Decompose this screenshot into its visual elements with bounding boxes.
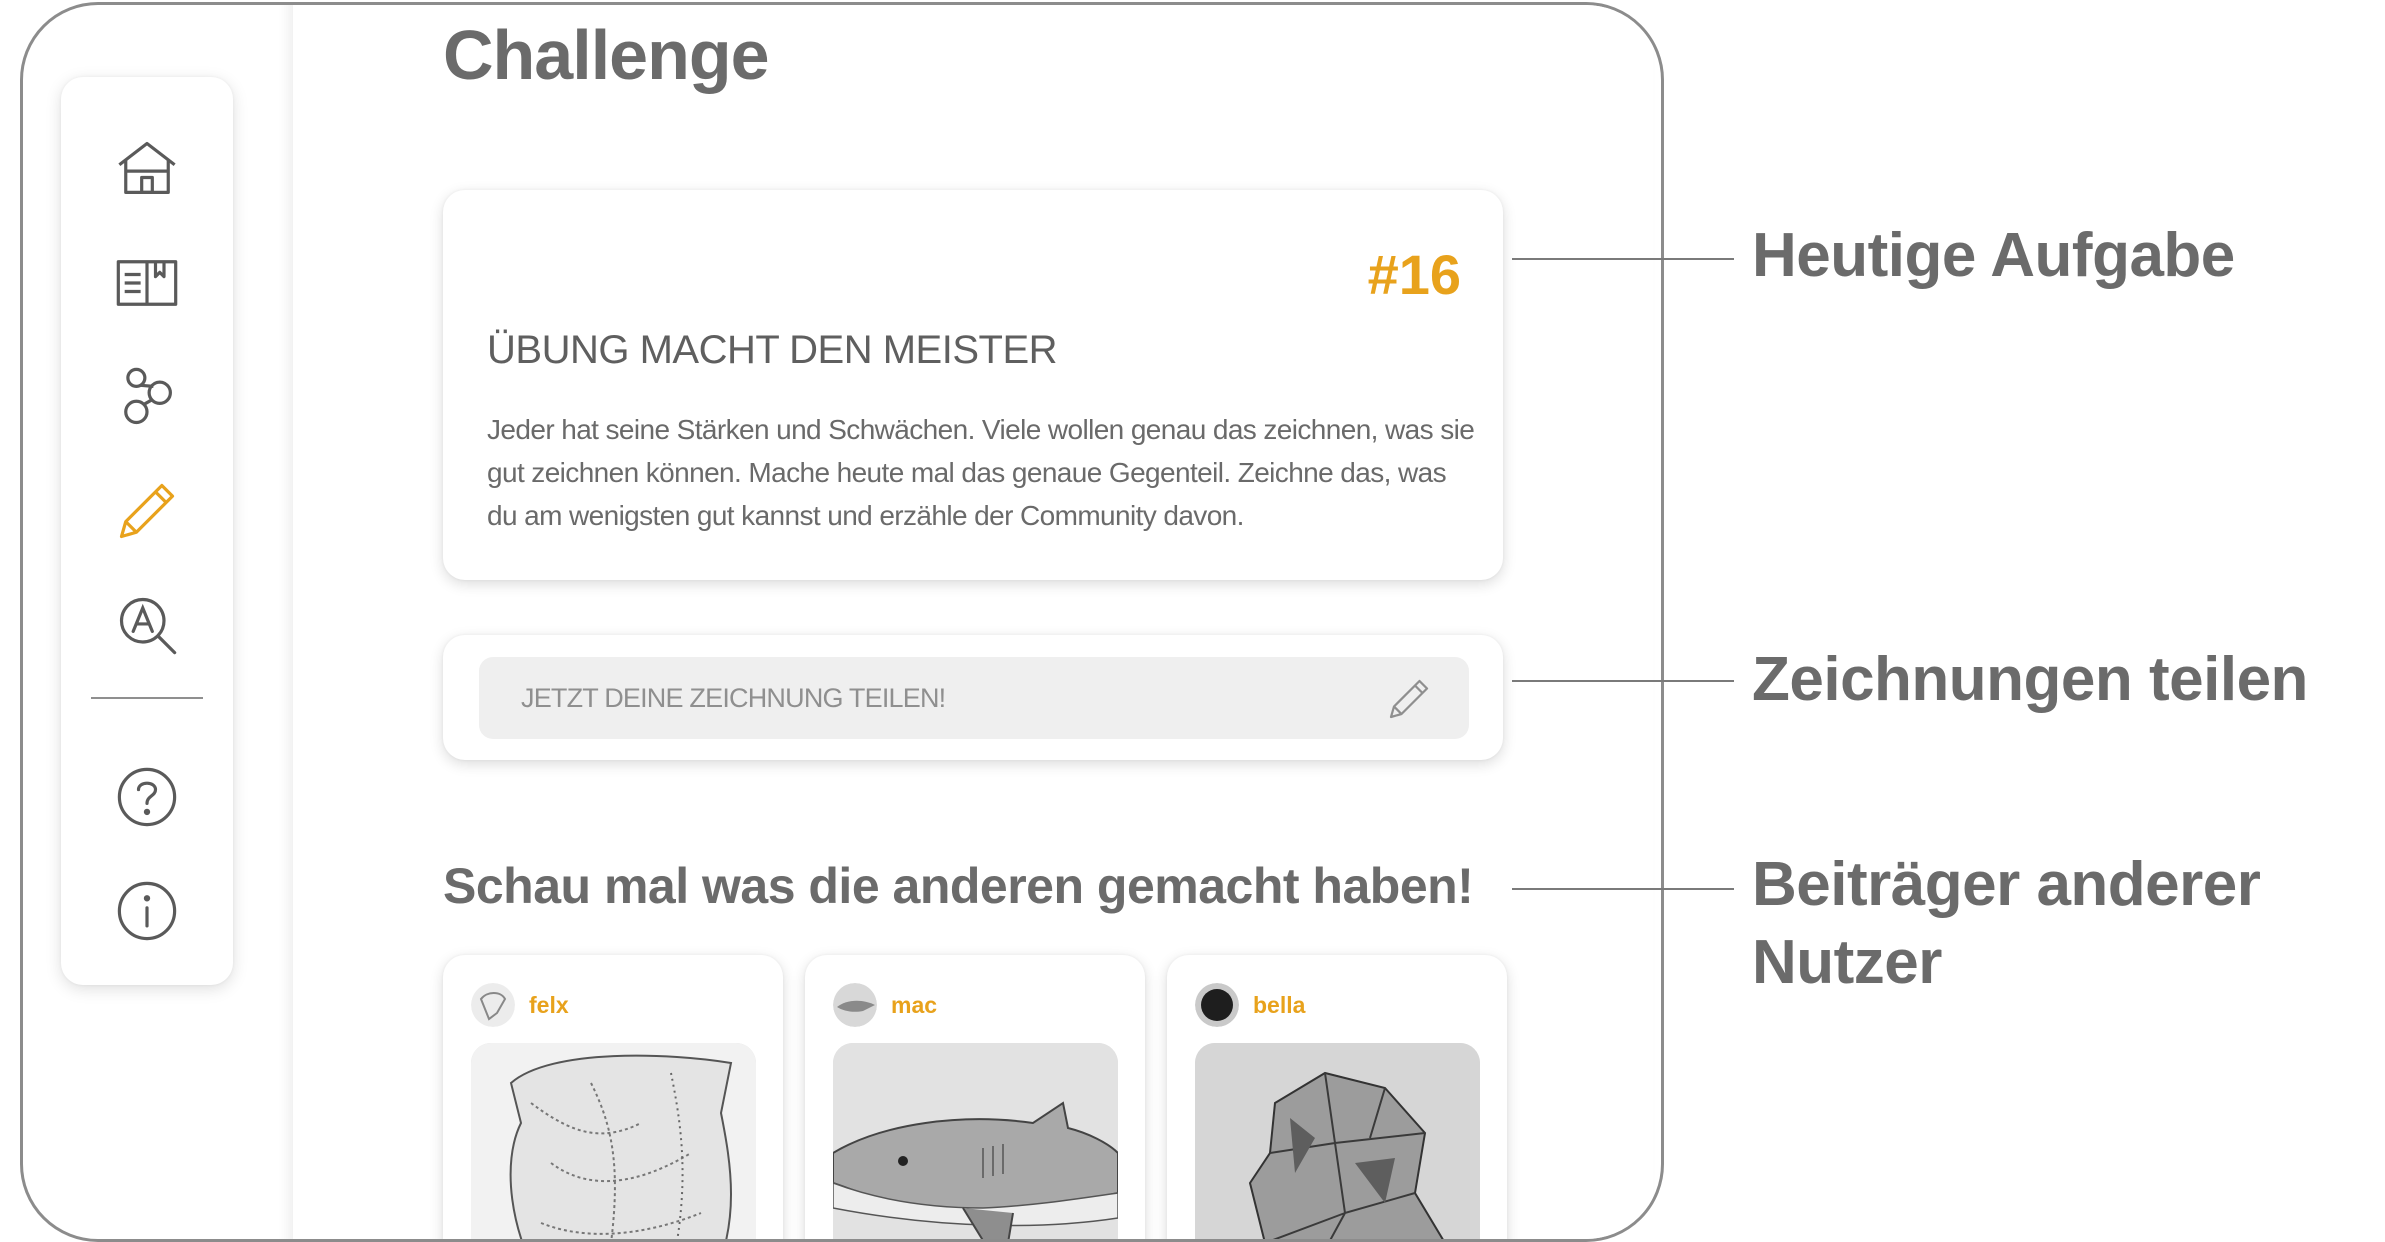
info-icon [117, 881, 177, 941]
avatar[interactable] [1195, 983, 1239, 1027]
post-image-crumpled-paper[interactable] [1195, 1043, 1480, 1239]
post-header: felx [471, 983, 569, 1027]
sidebar [61, 77, 233, 985]
post-username[interactable]: felx [529, 992, 569, 1019]
post-image-shark[interactable] [833, 1043, 1118, 1239]
device-frame: Challenge #16 ÜBUNG MACHT DEN MEISTER Je… [20, 2, 1664, 1242]
nav-journal[interactable] [109, 245, 185, 321]
post-card-felx[interactable]: felx [443, 955, 783, 1239]
callout-community-label: Beiträger anderer Nutzer [1752, 850, 2261, 997]
bubbles-icon [124, 367, 172, 425]
task-number: #16 [1367, 243, 1461, 306]
post-image-bag[interactable] [471, 1043, 756, 1239]
post-username[interactable]: bella [1253, 992, 1305, 1019]
nav-search[interactable] [109, 587, 185, 663]
nav-info[interactable] [109, 873, 185, 949]
post-username[interactable]: mac [891, 992, 937, 1019]
post-card-bella[interactable]: bella [1167, 955, 1507, 1239]
nav-home[interactable] [109, 131, 185, 207]
question-icon [117, 767, 177, 827]
book-icon [116, 260, 178, 306]
task-title: ÜBUNG MACHT DEN MEISTER [487, 328, 1058, 372]
callout-share-label: Zeichnungen teilen [1752, 645, 2308, 714]
post-card-mac[interactable]: mac [805, 955, 1145, 1239]
search-letter-icon [119, 597, 177, 655]
callout-task-label: Heutige Aufgabe [1752, 221, 2235, 290]
home-icon [118, 141, 176, 194]
nav-help[interactable] [109, 759, 185, 835]
nav-challenge[interactable] [109, 473, 185, 549]
share-card: JETZT DEINE ZEICHNUNG TEILEN! [443, 635, 1503, 760]
task-card: #16 ÜBUNG MACHT DEN MEISTER Jeder hat se… [443, 190, 1503, 580]
callout-line-community [1512, 888, 1734, 890]
sidebar-divider [91, 697, 203, 699]
nav-community[interactable] [109, 359, 185, 435]
post-header: mac [833, 983, 937, 1027]
community-heading: Schau mal was die anderen gemacht haben! [443, 858, 1474, 914]
share-placeholder: JETZT DEINE ZEICHNUNG TEILEN! [521, 682, 946, 713]
post-header: bella [1195, 983, 1305, 1027]
share-drawing-input[interactable]: JETZT DEINE ZEICHNUNG TEILEN! [479, 657, 1469, 739]
pencil-icon [119, 483, 175, 539]
avatar[interactable] [833, 983, 877, 1027]
callout-line-share [1512, 680, 1734, 682]
task-description: Jeder hat seine Stärken und Schwächen. V… [487, 414, 1475, 531]
avatar[interactable] [471, 983, 515, 1027]
pencil-icon[interactable] [1385, 675, 1433, 723]
callout-line-task [1512, 258, 1734, 260]
page-title: Challenge [443, 16, 770, 94]
